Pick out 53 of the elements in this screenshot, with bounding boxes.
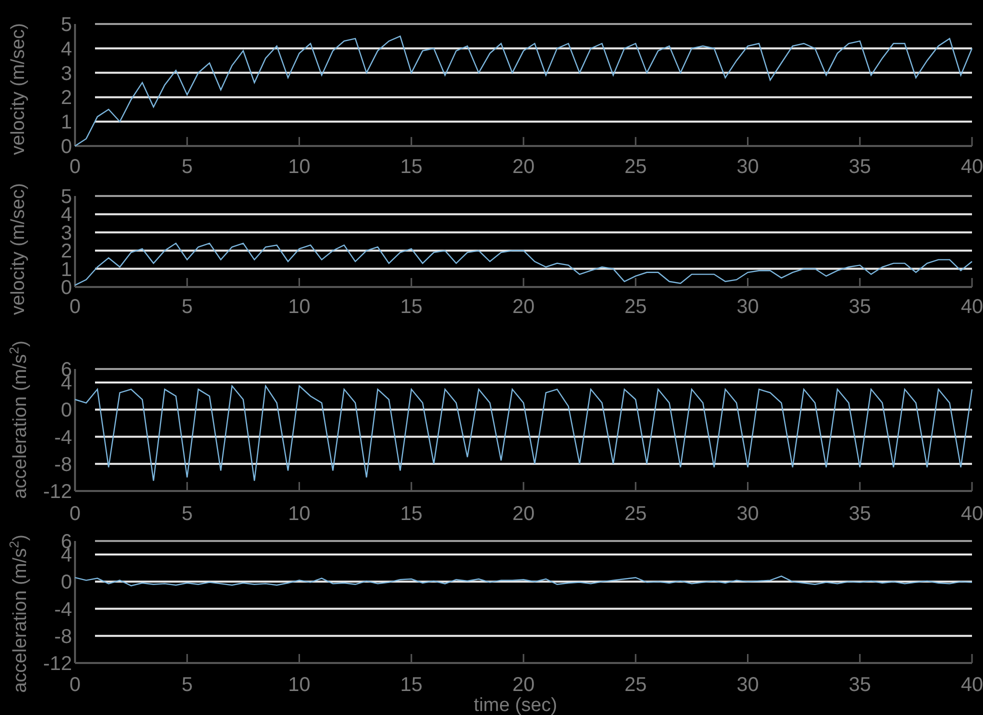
x-tick-label: 15	[400, 156, 422, 178]
x-tick-label: 15	[400, 674, 422, 696]
x-tick-label: 20	[512, 156, 535, 178]
x-tick-label: 35	[848, 156, 871, 178]
y-tick-label: -8	[54, 454, 72, 476]
y-tick-label: 0	[60, 572, 72, 594]
x-tick-label: 15	[400, 296, 422, 318]
x-tick-label: 5	[182, 296, 193, 318]
y-tick-label: 1	[60, 112, 72, 134]
x-tick-label: 5	[182, 156, 193, 178]
x-tick-label: 10	[288, 503, 310, 525]
x-tick-label: 5	[182, 674, 193, 696]
x-tick-label: 25	[624, 503, 647, 525]
x-tick-label: 25	[624, 674, 647, 696]
x-tick-label: 15	[400, 503, 422, 525]
y-tick-label: -12	[43, 481, 72, 503]
x-tick-label: 10	[288, 674, 310, 696]
y-tick-label: -12	[43, 653, 72, 675]
x-tick-label: 35	[848, 296, 871, 318]
x-tick-label: 40	[960, 503, 983, 525]
x-tick-label: 0	[69, 296, 81, 318]
x-tick-label: 10	[288, 156, 310, 178]
y-tick-label: 2	[60, 87, 72, 110]
x-tick-label: 0	[69, 156, 81, 178]
x-tick-label: 30	[736, 503, 759, 525]
x-tick-label: 25	[624, 296, 647, 318]
y-axis-label: velocity (m/sec)	[8, 23, 30, 155]
y-tick-label: -4	[54, 598, 72, 621]
y-tick-label: 3	[60, 62, 72, 85]
x-tick-label: 30	[736, 156, 759, 178]
x-tick-label: 0	[69, 674, 81, 696]
y-tick-label: 4	[60, 38, 72, 60]
x-tick-label: 40	[960, 674, 983, 696]
x-tick-label: 20	[512, 503, 535, 525]
x-tick-label: 20	[512, 674, 535, 696]
x-tick-label: 0	[69, 503, 81, 525]
y-tick-label: 0	[60, 136, 72, 158]
x-axis-label: time (sec)	[474, 697, 558, 715]
x-tick-label: 30	[736, 296, 759, 318]
x-tick-label: 40	[960, 296, 983, 318]
x-tick-label: 40	[960, 156, 983, 178]
y-axis-label: velocity (m/sec)	[8, 183, 30, 315]
x-tick-label: 35	[848, 674, 871, 696]
x-tick-label: 20	[512, 296, 535, 318]
x-tick-label: 30	[736, 674, 759, 696]
y-tick-label: 5	[60, 14, 72, 36]
x-tick-label: 35	[848, 503, 871, 525]
x-tick-label: 10	[288, 296, 310, 318]
y-tick-label: -4	[54, 426, 72, 449]
x-tick-label: 5	[182, 503, 193, 525]
y-tick-label: 0	[60, 400, 72, 422]
y-tick-label: -8	[54, 626, 72, 648]
x-tick-label: 25	[624, 156, 647, 178]
